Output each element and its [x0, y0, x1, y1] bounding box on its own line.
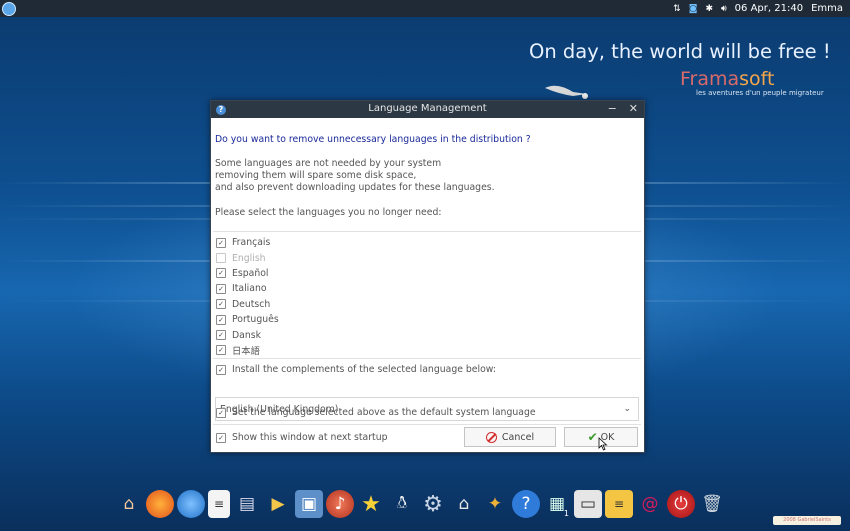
explanation-line: removing them will spare some disk space…	[215, 170, 417, 181]
mouse-cursor-icon	[598, 437, 608, 451]
update-icon[interactable]: ◙	[689, 4, 698, 14]
language-management-dialog: ? Language Management − ✕ Do you want to…	[210, 100, 645, 453]
video-editor-icon[interactable]: ▤	[233, 490, 261, 518]
checkbox[interactable]: ✓	[216, 268, 226, 279]
close-icon[interactable]: ✕	[629, 102, 638, 115]
language-label: Deutsch	[232, 298, 271, 310]
brand-part2: soft	[739, 68, 775, 90]
checkbox[interactable]: ✓	[216, 299, 226, 310]
top-panel: ⇅ ◙ ✱ 🔊︎ 06 Apr, 21:40 Emma	[0, 0, 850, 17]
media-player-icon[interactable]: ▶	[264, 490, 292, 518]
checkbox[interactable]: ✓	[216, 237, 226, 248]
checkbox[interactable]: ✓	[216, 432, 226, 443]
system-home-icon[interactable]: ⌂	[450, 490, 478, 518]
debian-icon[interactable]: @	[636, 490, 664, 518]
language-label: 日本語	[232, 346, 260, 358]
language-list: ✓ Français English ✓ Español ✓ Italiano ✓ De…	[216, 235, 279, 358]
set-default-checkbox[interactable]: ✓ Set the language selected above as the …	[216, 407, 536, 418]
cancel-label: Cancel	[501, 431, 535, 443]
language-checkbox-japanese[interactable]: ✓ 日本語	[216, 343, 279, 358]
menu-logo-icon[interactable]	[2, 1, 16, 16]
language-label: Português	[232, 314, 279, 326]
show-at-startup-checkbox[interactable]: ✓ Show this window at next startup	[216, 432, 387, 443]
language-checkbox-espanol[interactable]: ✓ Español	[216, 266, 279, 281]
workspace-switcher-icon[interactable]: ▦ 1	[543, 490, 571, 518]
language-label: Italiano	[232, 283, 267, 295]
language-checkbox-english: English	[216, 250, 279, 265]
checkbox	[216, 253, 226, 264]
checkbox[interactable]: ✓	[216, 314, 226, 325]
favorites-star-icon[interactable]: ★	[357, 490, 385, 518]
dialog-title: Language Management	[368, 103, 487, 114]
dialog-explanation: Some languages are not needed by your sy…	[215, 158, 495, 194]
firefox-icon[interactable]	[146, 490, 174, 518]
select-prompt: Please select the languages you no longe…	[215, 207, 442, 218]
window-list-icon[interactable]: ▭	[574, 490, 602, 518]
cancel-button[interactable]: Cancel	[464, 427, 556, 447]
trash-icon[interactable]: 🗑︎	[698, 490, 726, 518]
install-complements-label: Install the complements of the selected …	[232, 364, 497, 375]
show-at-startup-label: Show this window at next startup	[232, 432, 388, 443]
install-complements-checkbox[interactable]: ✓ Install the complements of the selected…	[216, 364, 496, 375]
tray-badge: 2008 GabrielSaints	[773, 516, 841, 525]
dialog-titlebar[interactable]: ? Language Management − ✕	[211, 101, 644, 118]
clock[interactable]: 06 Apr, 21:40	[735, 3, 803, 14]
music-player-icon[interactable]: ♪	[326, 490, 354, 518]
help-question-icon[interactable]: ?	[512, 490, 540, 518]
bird-icon	[545, 85, 588, 99]
workspace-number: 1	[563, 509, 569, 518]
dialog-question: Do you want to remove unnecessary langua…	[215, 134, 531, 145]
system-settings-icon[interactable]: ⚙	[419, 490, 447, 518]
checkbox[interactable]: ✓	[216, 364, 226, 375]
dock: ⌂ ≡ ▤ ▶ ▣ ♪ ★ 🐧︎ ⚙ ⌂ ✦ ? ▦ 1 ▭ ≡ @ ⏻ 🗑︎	[115, 490, 726, 518]
power-icon[interactable]: ⏻	[667, 490, 695, 518]
checkbox[interactable]: ✓	[216, 283, 226, 294]
network-transfer-icon[interactable]: ⇅	[673, 4, 681, 14]
checkmark-icon: ✔	[587, 430, 598, 444]
brand-part1: Frama	[680, 68, 740, 90]
checkbox[interactable]: ✓	[216, 407, 226, 418]
language-checkbox-francais[interactable]: ✓ Français	[216, 235, 279, 250]
notes-icon[interactable]: ≡	[605, 490, 633, 518]
language-checkbox-dansk[interactable]: ✓ Dansk	[216, 327, 279, 342]
set-default-label: Set the language selected above as the d…	[232, 407, 536, 418]
language-checkbox-deutsch[interactable]: ✓ Deutsch	[216, 297, 279, 312]
language-label: Español	[232, 267, 269, 279]
explanation-line: and also prevent downloading updates for…	[215, 182, 495, 193]
wallpaper-tagline: les aventures d'un peuple migrateur	[696, 89, 824, 97]
tools-icon[interactable]: ✦	[481, 490, 509, 518]
minimize-icon[interactable]: −	[608, 102, 617, 115]
text-editor-icon[interactable]: ≡	[208, 490, 230, 518]
language-label: Dansk	[232, 329, 261, 341]
image-viewer-icon[interactable]: ▣	[295, 490, 323, 518]
divider	[213, 424, 641, 425]
settings-icon[interactable]: ✱	[705, 4, 713, 14]
linux-penguin-icon[interactable]: 🐧︎	[388, 490, 416, 518]
language-label: Français	[232, 237, 271, 249]
divider	[213, 231, 641, 232]
language-label: English	[232, 252, 266, 264]
checkbox[interactable]: ✓	[216, 345, 226, 356]
chevron-down-icon[interactable]: ⌄	[623, 404, 631, 414]
checkbox[interactable]: ✓	[216, 330, 226, 341]
language-checkbox-portugues[interactable]: ✓ Português	[216, 312, 279, 327]
home-folder-icon[interactable]: ⌂	[115, 490, 143, 518]
wallpaper-brand: Framasoft	[680, 68, 774, 90]
divider	[213, 358, 641, 359]
browser-globe-icon[interactable]	[177, 490, 205, 518]
explanation-line: Some languages are not needed by your sy…	[215, 158, 442, 169]
language-checkbox-italiano[interactable]: ✓ Italiano	[216, 281, 279, 296]
volume-icon[interactable]: 🔊︎	[721, 4, 727, 14]
cancel-icon	[485, 431, 497, 443]
wallpaper-slogan: On day, the world will be free !	[529, 40, 831, 63]
user-name[interactable]: Emma	[811, 3, 843, 14]
